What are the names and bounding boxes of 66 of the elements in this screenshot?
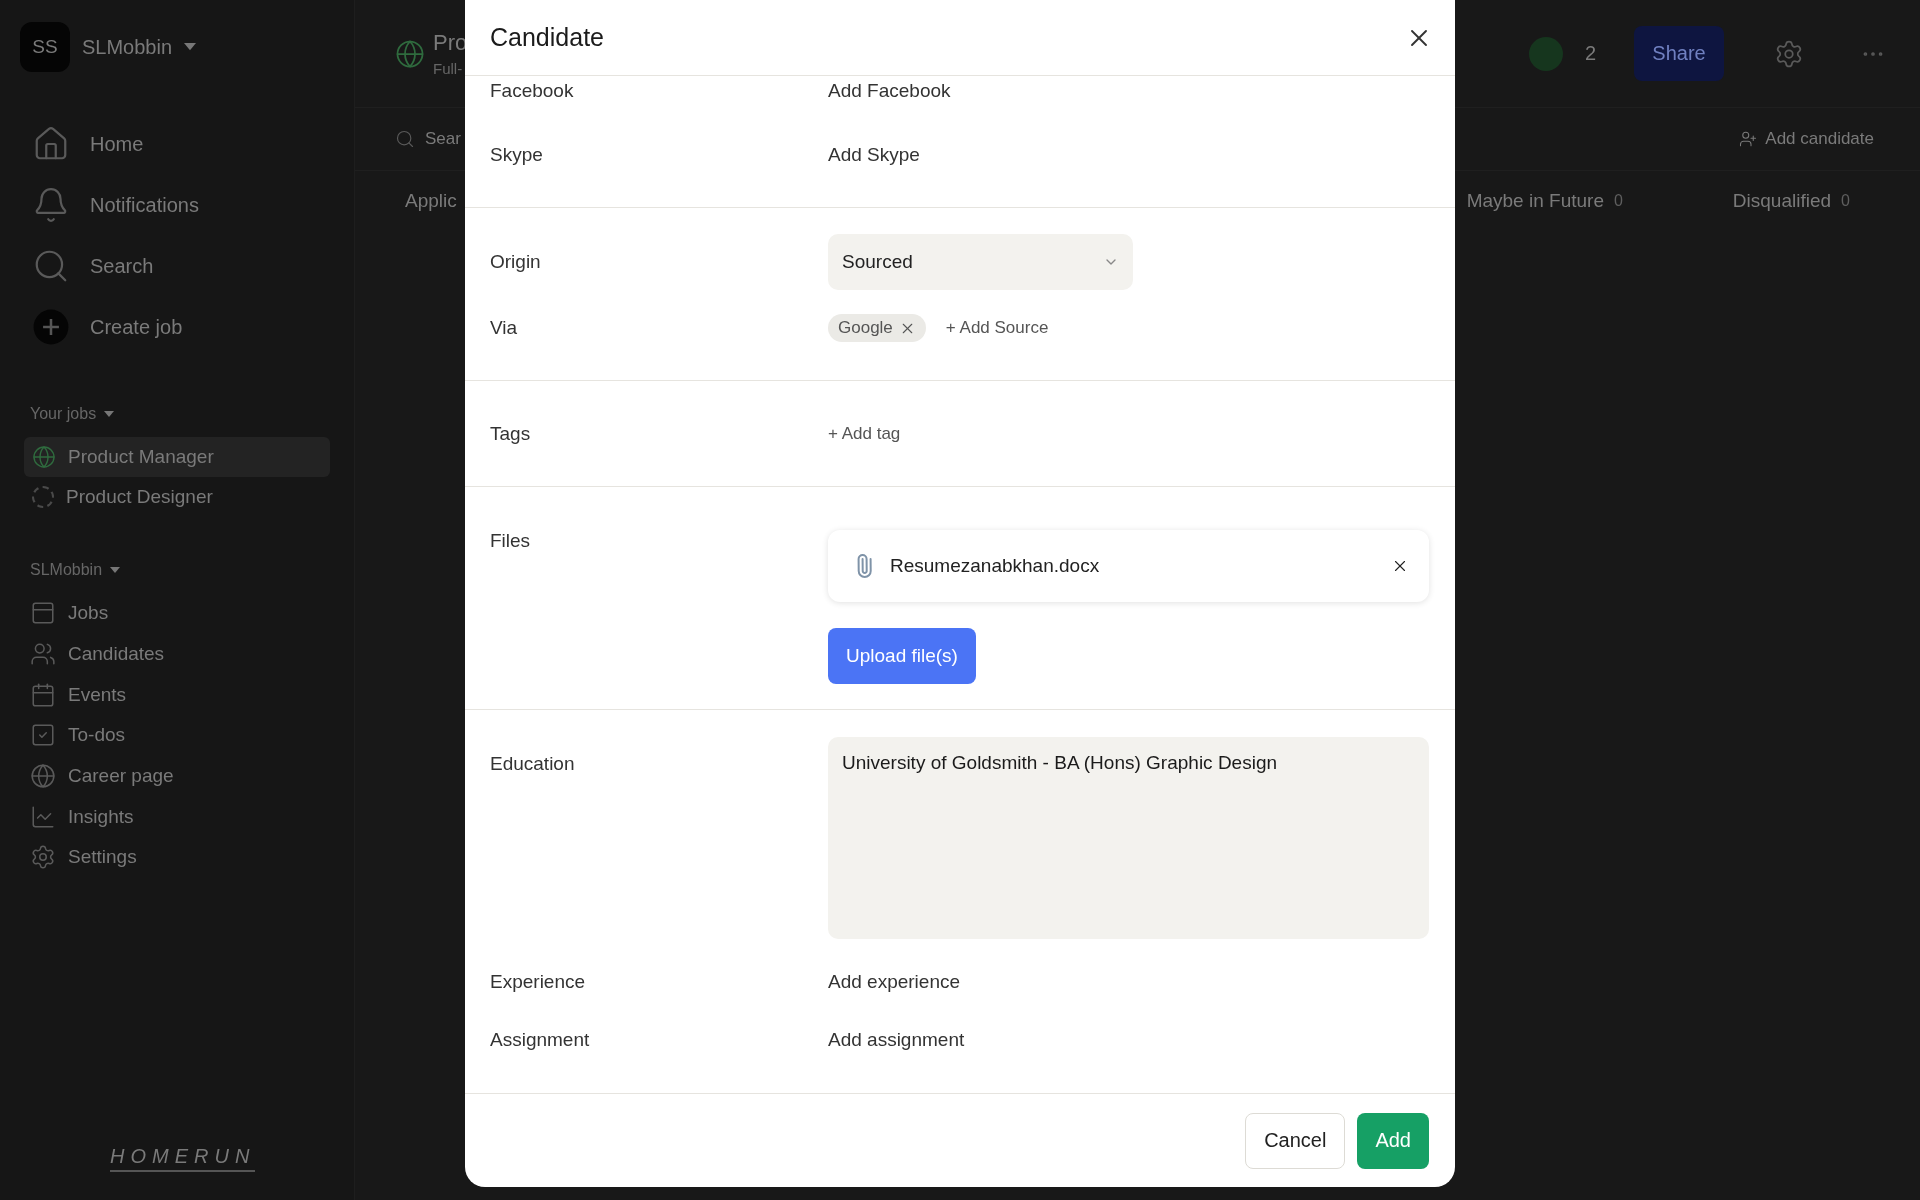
caret-icon: [184, 43, 197, 51]
stage-title: Applic: [405, 189, 457, 212]
dialog-title: Candidate: [490, 23, 604, 52]
nav-item[interactable]: Events: [30, 674, 324, 716]
file-name: Resumezanabkhan.docx: [890, 555, 1101, 577]
dashed-circle-icon: [32, 486, 54, 508]
checkbox-icon: [30, 722, 56, 749]
add-link[interactable]: + Add tag: [828, 424, 901, 444]
source-chip: Google: [828, 314, 926, 342]
nav-item[interactable]: Career page: [30, 755, 324, 797]
field-label: Files: [490, 530, 532, 552]
add-candidate-button[interactable]: Add candidate: [1733, 128, 1880, 150]
search-icon: [395, 129, 415, 149]
education-field[interactable]: University of Goldsmith - BA (Hons) Graphic Design: [828, 737, 1429, 939]
section-heading: Your jobs: [30, 405, 97, 423]
globe-icon: [395, 38, 425, 69]
globe-icon: [30, 763, 56, 790]
share-button[interactable]: Share: [1634, 26, 1724, 81]
field-label: Skype: [490, 144, 544, 166]
field-label: Via: [490, 317, 519, 339]
stage-count: 0: [1613, 191, 1623, 210]
nav-item[interactable]: To-dos: [30, 715, 324, 756]
plus-circle-icon: [32, 308, 70, 346]
job-subtitle: Full-: [433, 60, 464, 77]
add-link[interactable]: Add Skype: [828, 144, 920, 166]
logo: HOMERUN: [110, 1145, 256, 1172]
window-icon: [30, 600, 56, 627]
stage-count: 0: [1841, 191, 1850, 210]
nav-item[interactable]: Home: [32, 120, 322, 168]
search-field[interactable]: Sear: [425, 129, 461, 149]
field-label: Experience: [490, 971, 587, 993]
job-item[interactable]: Product Manager: [24, 437, 330, 477]
nav-item[interactable]: Jobs: [30, 593, 324, 634]
cancel-button[interactable]: Cancel: [1245, 1112, 1346, 1169]
field-label: Origin: [490, 251, 542, 273]
add-link[interactable]: Add assignment: [828, 1029, 965, 1051]
origin-select[interactable]: Sourced: [828, 234, 1133, 290]
add-link[interactable]: Add experience: [828, 971, 961, 993]
nav-item[interactable]: Insights: [30, 796, 324, 838]
section-heading: SLMobbin: [30, 561, 103, 579]
collaborator-count: 2: [1584, 42, 1596, 65]
field-label: Facebook: [490, 80, 575, 102]
nav-item[interactable]: Settings: [30, 837, 324, 878]
caret-icon: [110, 567, 121, 573]
caret-icon: [104, 411, 115, 417]
globe-icon: [32, 445, 56, 469]
nav-item[interactable]: Candidates: [30, 633, 324, 675]
add-link[interactable]: + Add Source: [945, 318, 1049, 338]
job-item[interactable]: Product Designer: [24, 477, 330, 517]
workspace-name[interactable]: SLMobbin: [82, 35, 173, 59]
workspace-avatar[interactable]: SS: [20, 22, 70, 72]
field-label: Education: [490, 752, 576, 775]
stage-title: Disqualified: [1732, 189, 1832, 212]
nav-item[interactable]: Notifications: [32, 181, 322, 229]
field-label: Tags: [490, 423, 532, 445]
stage-title: Maybe in Future: [1466, 189, 1604, 212]
job-title: Pro: [433, 30, 468, 56]
calendar-icon: [30, 681, 56, 708]
nav-item[interactable]: Search: [32, 242, 322, 290]
nav-item[interactable]: Create job: [32, 303, 322, 351]
field-label: Assignment: [490, 1029, 591, 1051]
settings-icon: [30, 844, 56, 871]
add-button[interactable]: Add: [1357, 1112, 1429, 1169]
upload-button[interactable]: Upload file(s): [828, 628, 976, 684]
add-person-icon: [1739, 130, 1758, 148]
add-link[interactable]: Add Facebook: [828, 80, 951, 102]
